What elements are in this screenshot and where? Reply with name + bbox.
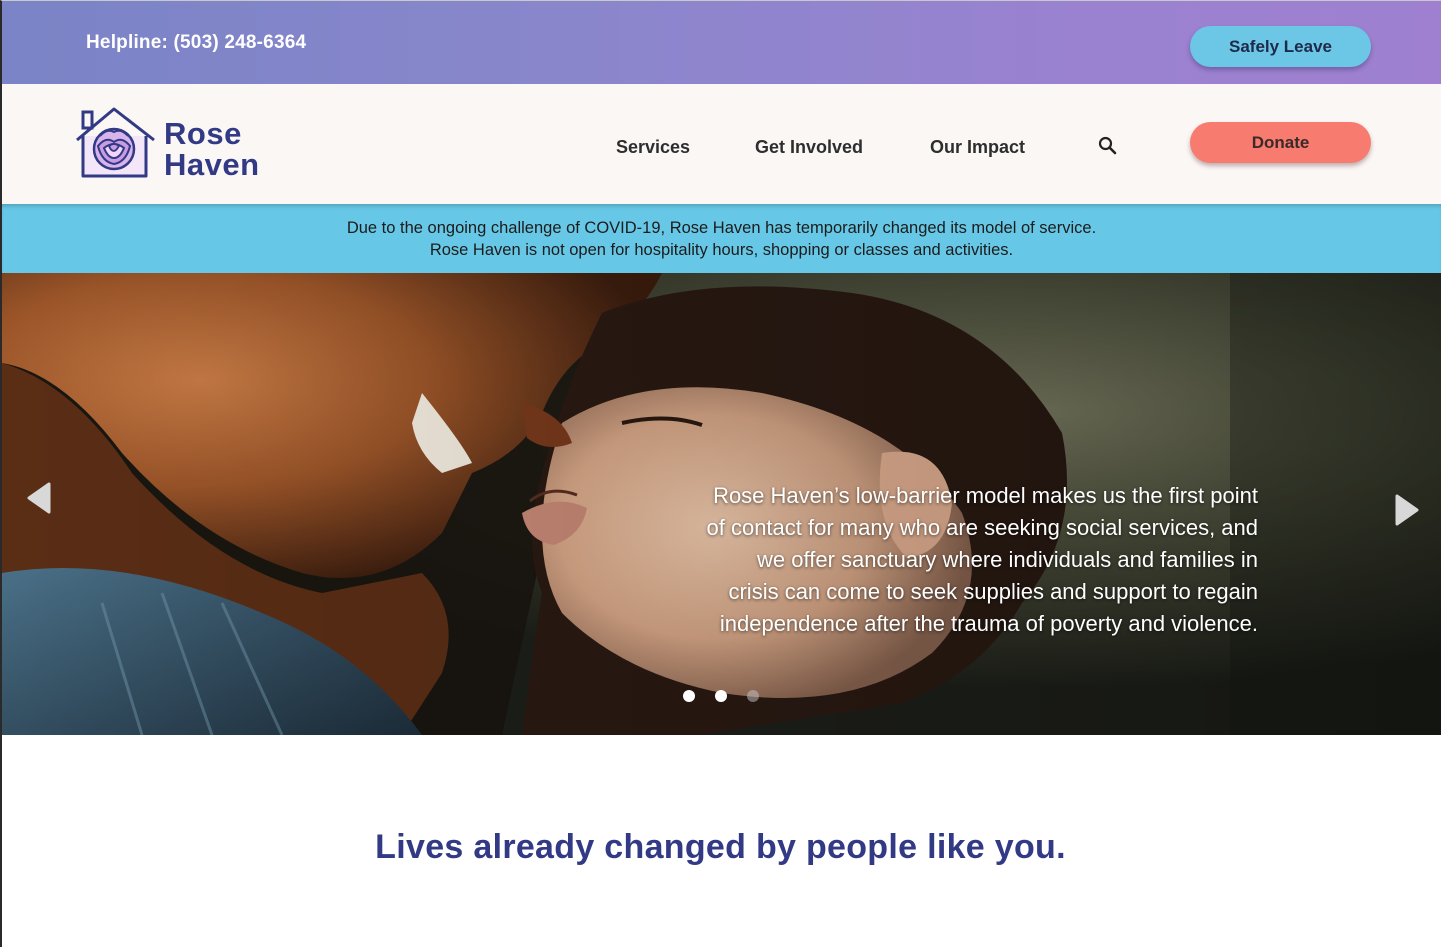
carousel-dots	[683, 690, 759, 702]
nav-services[interactable]: Services	[616, 137, 690, 158]
safely-leave-button[interactable]: Safely Leave	[1190, 26, 1371, 67]
site-header: Rose Haven Services Get Involved Our Imp…	[2, 84, 1441, 204]
carousel-dot-3[interactable]	[747, 690, 759, 702]
helpline-text[interactable]: Helpline: (503) 248-6364	[86, 32, 306, 54]
nav-get-involved[interactable]: Get Involved	[755, 137, 863, 158]
notice-line-2: Rose Haven is not open for hospitality h…	[429, 241, 1014, 259]
section-heading: Lives already changed by people like you…	[375, 828, 1066, 866]
search-icon[interactable]	[1098, 136, 1118, 156]
donate-button[interactable]: Donate	[1190, 122, 1371, 163]
carousel-dot-2[interactable]	[715, 690, 727, 702]
covid-notice-banner: Due to the ongoing challenge of COVID-19…	[2, 204, 1441, 273]
notice-line-1: Due to the ongoing challenge of COVID-19…	[346, 219, 1097, 237]
hero-carousel: Rose Haven’s low-barrier model makes us …	[2, 273, 1441, 735]
nav-our-impact[interactable]: Our Impact	[930, 137, 1025, 158]
top-bar: Helpline: (503) 248-6364 Safely Leave	[2, 1, 1441, 84]
logo-name-line1: Rose	[164, 116, 242, 151]
carousel-next-icon[interactable]	[1392, 493, 1422, 527]
hero-caption: Rose Haven’s low-barrier model makes us …	[706, 483, 1259, 636]
house-rose-icon	[76, 107, 155, 178]
carousel-dot-1[interactable]	[683, 690, 695, 702]
carousel-prev-icon[interactable]	[24, 481, 54, 515]
logo[interactable]: Rose Haven	[74, 106, 274, 186]
logo-name-line2: Haven	[164, 147, 260, 182]
